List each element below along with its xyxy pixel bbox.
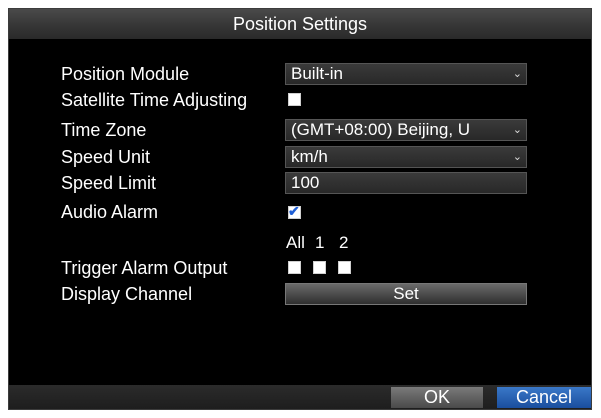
trigger-header-all: All [286,233,305,252]
audio-alarm-label: Audio Alarm [61,202,159,222]
display-channel-label: Display Channel [61,284,193,304]
time-zone-value: (GMT+08:00) Beijing, U [291,120,471,139]
chevron-down-icon: ⌄ [512,124,522,136]
position-module-value: Built-in [291,64,343,83]
position-module-label: Position Module [61,64,190,84]
position-module-dropdown[interactable]: Built-in ⌄ [285,63,527,85]
ok-button[interactable]: OK [391,387,483,408]
speed-limit-input[interactable]: 100 [285,172,527,194]
trigger-all-checkbox[interactable] [288,261,301,274]
time-zone-label: Time Zone [61,120,147,140]
speed-unit-value: km/h [291,147,328,166]
satellite-time-checkbox[interactable] [288,93,301,106]
speed-unit-dropdown[interactable]: km/h ⌄ [285,146,527,168]
speed-limit-value: 100 [291,173,320,192]
chevron-down-icon: ⌄ [512,151,522,163]
set-button[interactable]: Set [285,283,527,305]
dialog-title: Position Settings [9,9,591,39]
trigger-1-checkbox[interactable] [313,261,326,274]
position-settings-dialog: Position Settings Position Module Built-… [8,8,592,410]
trigger-header-1: 1 [315,233,325,252]
trigger-alarm-output-label: Trigger Alarm Output [61,258,228,278]
trigger-2-checkbox[interactable] [338,261,351,274]
speed-unit-label: Speed Unit [61,147,151,167]
audio-alarm-checkbox[interactable]: ✔ [288,203,301,219]
chevron-down-icon: ⌄ [512,68,522,80]
time-zone-dropdown[interactable]: (GMT+08:00) Beijing, U ⌄ [285,119,527,141]
trigger-header-2: 2 [339,233,349,252]
cancel-button[interactable]: Cancel [497,387,591,408]
speed-limit-label: Speed Limit [61,173,157,193]
bottom-bar: OK Cancel [9,385,591,409]
checkmark-icon: ✔ [288,203,300,219]
satellite-time-label: Satellite Time Adjusting [61,90,248,110]
